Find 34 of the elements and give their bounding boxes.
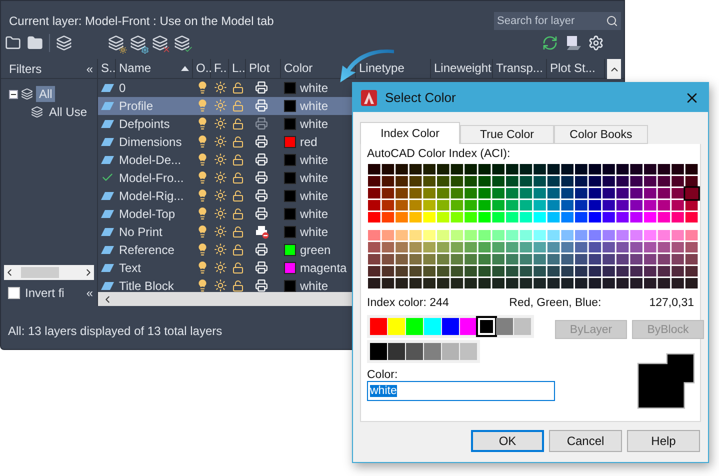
layer-name: Text	[118, 260, 142, 277]
color-name: white	[300, 188, 328, 203]
color-name: white	[300, 152, 328, 167]
invert-filter-label: Invert fi	[25, 286, 64, 300]
color-name: white	[300, 224, 328, 239]
color-name: white	[300, 206, 328, 221]
layer-name: Model-Top	[118, 206, 176, 223]
layer-name: Model-Rig...	[118, 188, 185, 205]
layer-name: Dimensions	[118, 134, 183, 151]
layer-name: Model-Fro...	[118, 170, 185, 187]
color-field-label: Color:	[367, 369, 399, 381]
layer-name: Model-De...	[118, 152, 182, 169]
color-name: white	[300, 278, 328, 292]
color-name: white	[300, 98, 328, 113]
index-color-label: Index color: 244	[367, 297, 449, 309]
dialog-title: Select Color	[385, 90, 457, 105]
layer-name: Defpoints	[118, 116, 171, 133]
color-name: white	[300, 170, 328, 185]
color-name: white	[300, 116, 328, 131]
layer-name: Reference	[118, 242, 176, 259]
color-name: magenta	[300, 260, 347, 275]
color-name: white	[300, 80, 328, 95]
palette-label: AutoCAD Color Index (ACI):	[367, 148, 512, 160]
status-text: All: 13 layers displayed of 13 total layers	[8, 324, 222, 338]
color-name: green	[300, 242, 331, 257]
rgb-label: Red, Green, Blue:	[509, 297, 602, 309]
filters-heading: Filters	[9, 62, 42, 76]
rgb-value: 127,0,31	[649, 297, 694, 309]
layer-name: 0	[118, 80, 127, 97]
layer-name: Profile	[118, 98, 154, 115]
layer-name: Title Block	[118, 278, 175, 292]
layer-name: No Print	[118, 224, 164, 241]
current-layer-label: Current layer: Model-Front : Use on the Model tab	[9, 14, 274, 28]
color-name: red	[300, 134, 318, 149]
